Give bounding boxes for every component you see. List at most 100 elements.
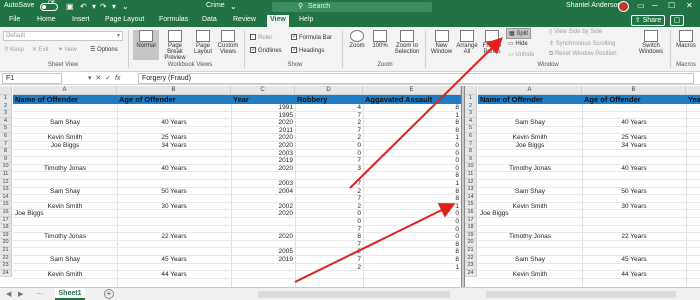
- data-cell[interactable]: 2: [295, 203, 363, 211]
- row-header[interactable]: 15: [465, 201, 477, 209]
- data-cell[interactable]: Kevin Smith: [478, 203, 582, 211]
- row-header[interactable]: 2: [465, 102, 477, 111]
- next-sheet-icon[interactable]: ▶: [18, 290, 23, 298]
- row-header[interactable]: 21: [0, 247, 12, 255]
- row-header[interactable]: 24: [465, 269, 477, 278]
- reset-window-position-button[interactable]: ⧉ Reset Window Position: [549, 51, 617, 58]
- data-cell[interactable]: Timothy Jonas: [13, 233, 117, 241]
- row-header[interactable]: 7: [0, 140, 12, 149]
- data-cell[interactable]: 2004: [231, 188, 295, 196]
- row-header[interactable]: 18: [465, 224, 477, 232]
- data-cell[interactable]: 1991: [231, 104, 295, 112]
- column-header[interactable]: B: [117, 86, 231, 95]
- data-cell[interactable]: 2: [295, 264, 363, 272]
- keep-sheet-view-button[interactable]: ⚲ Keep: [4, 46, 24, 53]
- customize-qat-icon[interactable]: ⌄: [122, 2, 129, 11]
- ribbon-display-icon[interactable]: ▭: [637, 1, 645, 10]
- data-cell[interactable]: 50 Years: [582, 188, 686, 196]
- name-box[interactable]: F1: [2, 73, 62, 84]
- tab-review[interactable]: Review: [233, 16, 256, 23]
- data-cell[interactable]: 7: [295, 127, 363, 135]
- column-title-cell[interactable]: Age of Offender: [582, 95, 686, 104]
- column-title-cell[interactable]: Name of Offender: [13, 95, 117, 104]
- sheet-tab[interactable]: Sheet1: [55, 288, 85, 300]
- data-cell[interactable]: 44 Years: [117, 271, 231, 279]
- data-cell[interactable]: 8: [363, 172, 461, 180]
- tab-file[interactable]: File: [9, 16, 20, 23]
- column-header[interactable]: C: [231, 86, 295, 95]
- maximize-icon[interactable]: ☐: [668, 1, 675, 10]
- row-header[interactable]: 13: [465, 186, 477, 194]
- freeze-panes-button[interactable]: Freeze Panes: [481, 30, 503, 60]
- row-header[interactable]: 12: [465, 178, 477, 187]
- data-cell[interactable]: 8: [295, 233, 363, 241]
- add-sheet-button[interactable]: +: [104, 289, 114, 299]
- cancel-icon[interactable]: ✕: [95, 75, 101, 82]
- data-cell[interactable]: 0: [363, 226, 461, 234]
- data-cell[interactable]: Timothy Jonas: [13, 165, 117, 173]
- data-cell[interactable]: 1: [363, 134, 461, 142]
- data-cell[interactable]: Sam Shay: [478, 256, 582, 264]
- row-header[interactable]: 18: [0, 224, 12, 232]
- data-cell[interactable]: 40 Years: [117, 165, 231, 173]
- data-cell[interactable]: 30 Years: [582, 203, 686, 211]
- data-cell[interactable]: 2020: [231, 233, 295, 241]
- column-title-cell[interactable]: Year: [231, 95, 295, 104]
- data-cell[interactable]: Timothy Jonas: [478, 165, 582, 173]
- zoom-button[interactable]: Zoom: [346, 30, 368, 60]
- row-header[interactable]: 4: [0, 117, 12, 126]
- tab-help[interactable]: Help: [299, 16, 313, 23]
- data-cell[interactable]: 8: [363, 241, 461, 249]
- tab-formulas[interactable]: Formulas: [159, 16, 188, 23]
- data-cell[interactable]: Sam Shay: [13, 119, 117, 127]
- row-header[interactable]: 19: [465, 231, 477, 240]
- data-cell[interactable]: 2005: [231, 248, 295, 256]
- data-cell[interactable]: 1: [363, 180, 461, 188]
- row-header[interactable]: 13: [0, 186, 12, 194]
- data-cell[interactable]: Joe Biggs: [13, 142, 117, 150]
- data-cell[interactable]: 45 Years: [117, 256, 231, 264]
- select-all-corner[interactable]: [0, 86, 12, 95]
- title-dropdown-icon[interactable]: ⌄: [230, 2, 237, 11]
- data-cell[interactable]: 44 Years: [582, 271, 686, 279]
- column-header[interactable]: D: [295, 86, 363, 95]
- search-box[interactable]: ⚲ Search: [272, 2, 432, 12]
- ruler-checkbox[interactable]: Ruler: [250, 34, 272, 41]
- normal-view-button[interactable]: Normal: [133, 30, 159, 60]
- data-cell[interactable]: 2003: [231, 150, 295, 158]
- row-header[interactable]: 10: [0, 163, 12, 171]
- data-cell[interactable]: 8: [363, 188, 461, 196]
- data-cell[interactable]: 2: [295, 248, 363, 256]
- zoom-to-selection-button[interactable]: Zoom to Selection: [392, 30, 422, 60]
- right-horizontal-scrollbar[interactable]: [486, 291, 676, 298]
- data-cell[interactable]: 1995: [231, 112, 295, 120]
- redo-icon[interactable]: ↷: [100, 2, 107, 11]
- name-box-dropdown-icon[interactable]: ▾: [88, 75, 92, 82]
- sheet-view-dropdown[interactable]: Default: [3, 31, 123, 41]
- arrange-all-button[interactable]: Arrange All: [455, 30, 479, 60]
- data-cell[interactable]: 2020: [231, 119, 295, 127]
- row-header[interactable]: 24: [0, 269, 12, 278]
- data-cell[interactable]: 2: [295, 188, 363, 196]
- data-cell[interactable]: Sam Shay: [13, 188, 117, 196]
- data-cell[interactable]: Joe Biggs: [480, 210, 584, 218]
- prev-sheet-icon[interactable]: ◀: [6, 290, 11, 298]
- column-title-cell[interactable]: Age of Offender: [117, 95, 231, 104]
- custom-views-button[interactable]: Custom Views: [215, 30, 241, 60]
- avatar[interactable]: [618, 1, 629, 12]
- data-cell[interactable]: 7: [295, 112, 363, 120]
- gridlines-checkbox[interactable]: Gridlines: [250, 46, 282, 54]
- sheet-view-options-button[interactable]: ☰ Options: [90, 46, 118, 53]
- tab-view[interactable]: View: [267, 15, 289, 27]
- data-cell[interactable]: Kevin Smith: [13, 271, 117, 279]
- zoom-100-button[interactable]: 100%: [370, 30, 390, 60]
- row-header[interactable]: 4: [465, 117, 477, 126]
- synchronous-scrolling-button[interactable]: ⇕ Synchronous Scrolling: [549, 40, 615, 47]
- data-cell[interactable]: 0: [295, 142, 363, 150]
- row-header[interactable]: 9: [465, 155, 477, 164]
- page-break-preview-button[interactable]: Page Break Preview: [160, 30, 190, 61]
- new-sheet-view-button[interactable]: ✦ New: [58, 46, 77, 53]
- data-cell[interactable]: 40 Years: [117, 119, 231, 127]
- tab-insert[interactable]: Insert: [72, 16, 90, 23]
- data-cell[interactable]: 0: [363, 150, 461, 158]
